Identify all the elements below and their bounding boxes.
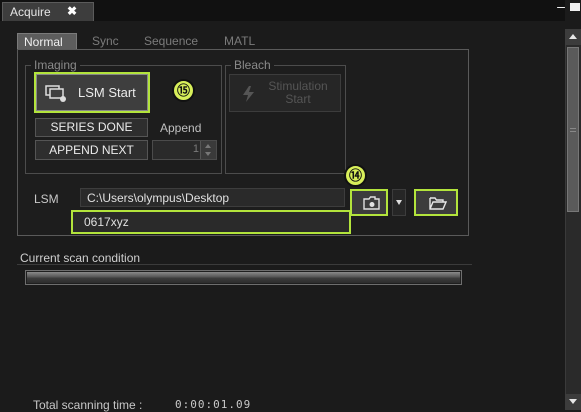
section-divider [17,264,472,265]
scan-progress-fill [27,272,460,283]
append-label: Append [160,121,202,135]
chevron-down-icon [396,200,402,205]
scroll-down-icon[interactable] [565,394,581,410]
bleach-group-label: Bleach [234,58,271,72]
tab-normal[interactable]: Normal [17,33,77,49]
total-scanning-time-value: 0:00:01.09 [175,398,252,411]
tab-sync[interactable]: Sync [86,33,128,49]
browse-folder-button[interactable] [414,189,458,216]
scrollbar-thumb[interactable] [567,47,579,212]
callout-15: ⑮ [172,79,195,102]
file-name-field[interactable]: 0617xyz [71,210,351,234]
lsm-start-label: LSM Start [78,85,136,100]
lsm-start-icon [45,85,66,102]
tab-acquire-label: Acquire [10,5,51,19]
tab-matl[interactable]: MATL [218,33,268,49]
lsm-label: LSM [34,192,59,206]
lsm-start-button[interactable]: LSM Start [34,72,150,113]
scan-progress-bar [25,270,462,285]
maximize-icon[interactable] [570,3,580,11]
append-next-button[interactable]: APPEND NEXT [35,140,148,160]
scan-condition-label: Current scan condition [20,251,141,265]
lightning-icon [243,86,254,102]
tab-sequence[interactable]: Sequence [138,33,210,49]
stimulation-start-button[interactable]: Stimulation Start [229,74,341,112]
stimulation-start-label: Stimulation Start [268,79,328,106]
lsm-path-field[interactable]: C:\Users\olympus\Desktop [80,188,345,207]
stepper-arrows-icon[interactable] [200,141,216,159]
tab-acquire[interactable]: Acquire ✖ [2,2,94,21]
folder-dropdown-button[interactable] [392,189,406,216]
open-folder-button[interactable] [350,189,388,216]
append-count-value: 1 [192,143,199,155]
series-done-button[interactable]: SERIES DONE [35,118,148,137]
minimize-icon[interactable]: – [556,0,566,14]
folder-camera-icon [363,196,380,210]
imaging-group-label: Imaging [34,58,77,72]
folder-open-icon [429,197,447,210]
close-icon[interactable]: ✖ [67,4,77,18]
acquire-subtabs: Normal Sync Sequence MATL [17,33,277,49]
scroll-up-icon[interactable] [565,29,581,45]
append-count-stepper[interactable]: 1 [152,140,217,160]
callout-14: ⑭ [344,164,367,187]
